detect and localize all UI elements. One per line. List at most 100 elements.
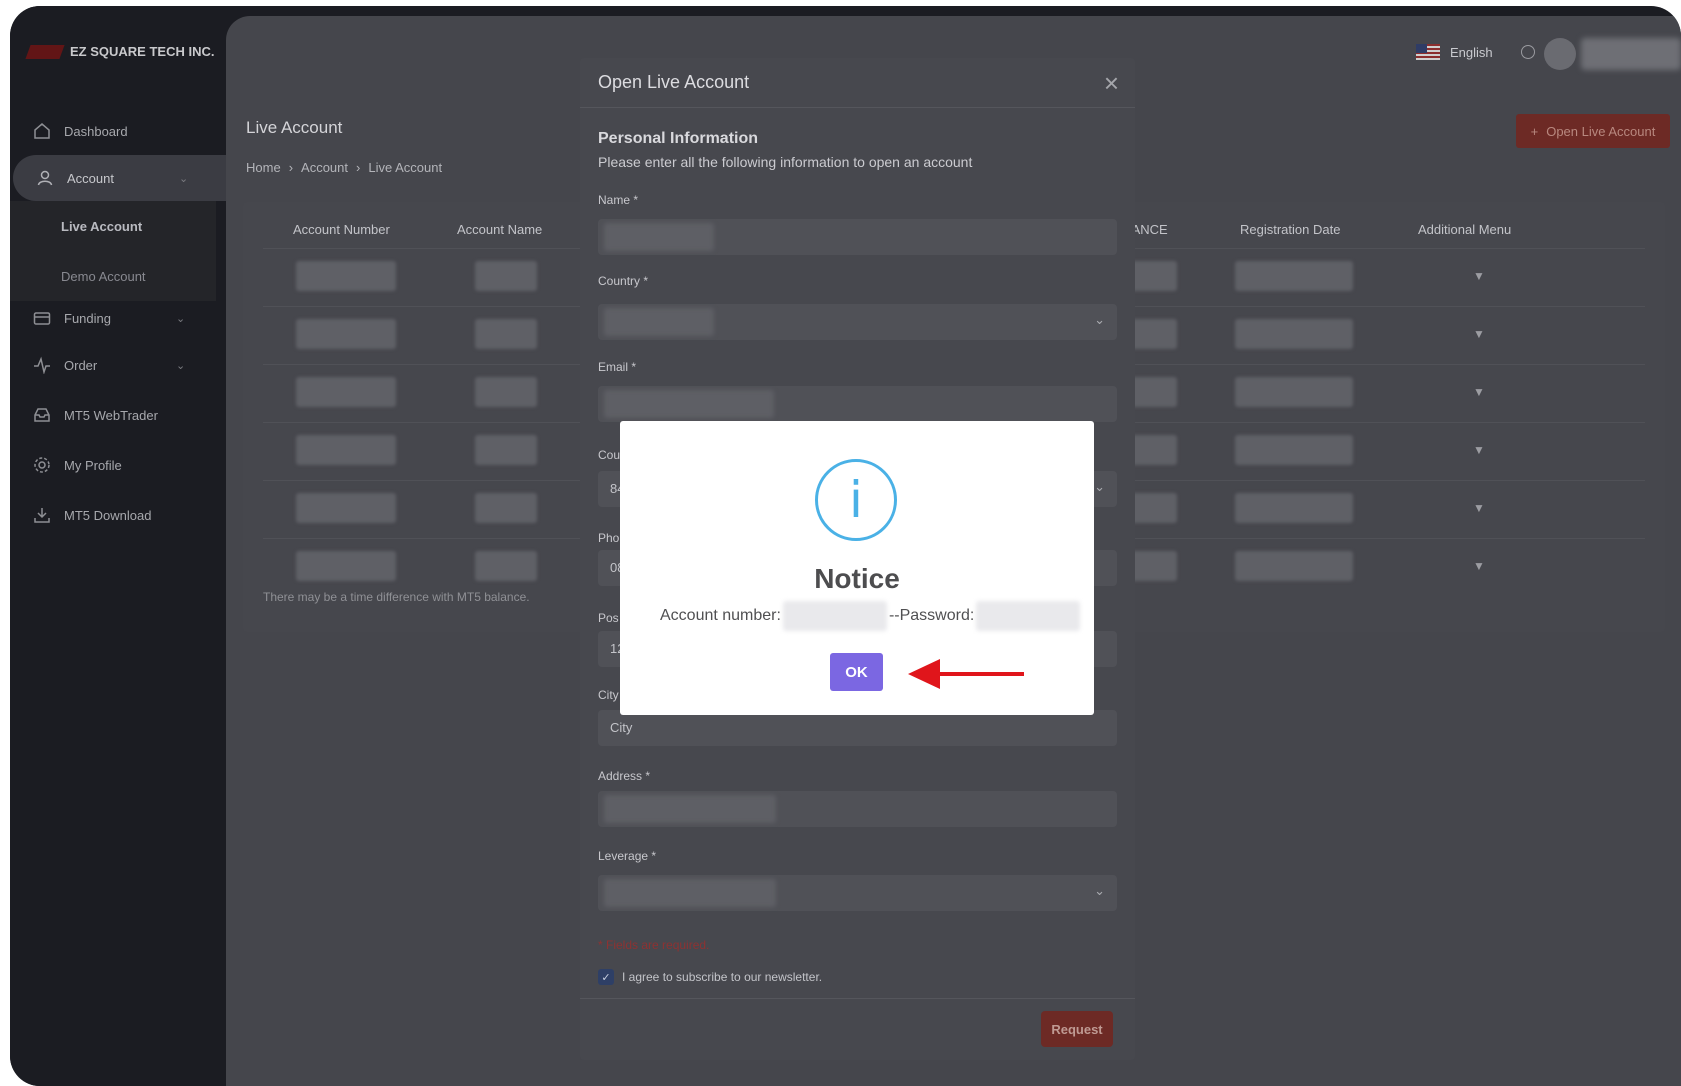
language-label: English <box>1450 44 1493 60</box>
row-menu-toggle[interactable]: ▼ <box>1468 439 1490 461</box>
sidebar-item-label: Dashboard <box>64 123 128 139</box>
page-title: Live Account <box>246 118 343 137</box>
notice-separator: -- <box>888 607 900 624</box>
section-title: Personal Information <box>598 130 759 147</box>
chevron-down-icon: ⌄ <box>176 312 186 325</box>
row-menu-toggle[interactable]: ▼ <box>1468 323 1490 345</box>
user-name-redacted <box>1581 38 1681 70</box>
plus-icon: + <box>1530 123 1539 139</box>
sidebar-subitem-live-account[interactable]: Live Account <box>10 201 216 251</box>
redacted-value <box>604 879 776 907</box>
modal-title: Open Live Account <box>598 72 750 92</box>
breadcrumb-separator: › <box>288 160 294 175</box>
password-label: Password: <box>899 607 975 624</box>
breadcrumb: Home › Account › Live Account <box>246 160 442 175</box>
brand-name: EZ SQUARE TECH INC. <box>70 44 215 59</box>
sidebar-item-my-profile[interactable]: My Profile <box>10 442 226 488</box>
row-menu-toggle[interactable]: ▼ <box>1468 265 1490 287</box>
us-flag-icon <box>1416 44 1440 60</box>
leverage-select[interactable]: ⌄ <box>598 875 1117 911</box>
sidebar: EZ SQUARE TECH INC. Dashboard Account ⌄ … <box>10 6 226 1086</box>
ok-button[interactable]: OK <box>830 653 883 691</box>
redacted-cell <box>296 551 396 581</box>
redacted-value <box>604 390 774 418</box>
sidebar-item-label: My Profile <box>64 457 122 473</box>
email-field[interactable] <box>598 386 1117 422</box>
balance-note: There may be a time difference with MT5 … <box>263 590 530 604</box>
redacted-cell <box>1235 493 1353 523</box>
city-field[interactable]: City <box>598 710 1117 746</box>
address-field[interactable] <box>598 791 1117 827</box>
section-subtitle: Please enter all the following informati… <box>598 154 973 170</box>
redacted-cell <box>475 377 537 407</box>
modal-header: Open Live Account × <box>580 58 1135 108</box>
tray-icon <box>32 405 52 425</box>
redacted-cell <box>296 377 396 407</box>
brand-logo[interactable]: EZ SQUARE TECH INC. <box>25 44 215 59</box>
email-label: Email * <box>598 360 637 374</box>
notice-title: Notice <box>814 563 900 594</box>
redacted-value <box>604 795 776 823</box>
chevron-down-icon: ⌄ <box>1094 479 1105 494</box>
redacted-cell <box>1235 319 1353 349</box>
pulse-icon <box>32 355 52 375</box>
redacted-account-number <box>782 601 887 631</box>
sidebar-item-mt5-webtrader[interactable]: MT5 WebTrader <box>10 392 226 438</box>
redacted-value <box>604 308 714 336</box>
column-header-registration-date: Registration Date <box>1240 222 1341 237</box>
close-icon[interactable]: × <box>1104 70 1119 96</box>
help-icon[interactable] <box>1520 45 1535 59</box>
row-menu-toggle[interactable]: ▼ <box>1468 555 1490 577</box>
name-label: Name * <box>598 193 639 207</box>
country-label: Country * <box>598 274 649 288</box>
sidebar-item-funding[interactable]: Funding ⌄ <box>10 295 226 341</box>
country-select[interactable]: ⌄ <box>598 304 1117 340</box>
city-value: City <box>610 720 633 735</box>
row-menu-toggle[interactable]: ▼ <box>1468 497 1490 519</box>
brand-logo-mark <box>25 44 65 59</box>
sidebar-item-mt5-download[interactable]: MT5 Download <box>10 492 226 538</box>
sidebar-item-label: Account <box>67 170 114 186</box>
card-icon <box>32 308 52 328</box>
chevron-down-icon: ⌄ <box>1094 312 1105 327</box>
download-icon <box>32 505 52 525</box>
sidebar-item-label: MT5 Download <box>64 507 152 523</box>
chevron-down-icon: ⌄ <box>1094 883 1105 898</box>
chevron-down-icon: ⌄ <box>179 172 189 185</box>
open-live-account-button[interactable]: + Open Live Account <box>1516 114 1670 148</box>
redacted-password <box>976 601 1081 631</box>
sidebar-item-account[interactable]: Account ⌄ <box>13 155 226 201</box>
request-button[interactable]: Request <box>1041 1011 1113 1047</box>
row-menu-toggle[interactable]: ▼ <box>1468 381 1490 403</box>
phone-label: Pho <box>598 531 620 545</box>
breadcrumb-live-account: Live Account <box>368 160 443 175</box>
sidebar-subitem-label: Live Account <box>61 218 143 234</box>
newsletter-label: I agree to subscribe to our newsletter. <box>622 970 823 984</box>
account-number-label: Account number: <box>660 607 781 624</box>
breadcrumb-account[interactable]: Account <box>301 160 348 175</box>
sidebar-item-dashboard[interactable]: Dashboard <box>10 108 226 154</box>
column-header-account-number: Account Number <box>293 222 390 237</box>
name-field[interactable] <box>598 219 1117 255</box>
user-icon <box>35 168 55 188</box>
sidebar-subitem-demo-account[interactable]: Demo Account <box>10 251 216 301</box>
sidebar-item-label: Funding <box>64 310 111 326</box>
required-note: * Fields are required. <box>598 938 710 952</box>
column-header-additional-menu: Additional Menu <box>1418 222 1512 237</box>
sidebar-item-order[interactable]: Order ⌄ <box>10 342 226 388</box>
redacted-cell <box>475 435 537 465</box>
city-label: City <box>598 688 619 702</box>
sidebar-subitem-label: Demo Account <box>61 268 146 284</box>
chevron-down-icon: ⌄ <box>176 359 186 372</box>
redacted-cell <box>296 261 396 291</box>
redacted-cell <box>296 493 396 523</box>
redacted-cell <box>1235 435 1353 465</box>
column-header-account-name: Account Name <box>457 222 543 237</box>
language-selector[interactable]: English <box>1416 44 1535 60</box>
redacted-cell <box>296 319 396 349</box>
breadcrumb-home[interactable]: Home <box>246 160 281 175</box>
avatar[interactable] <box>1544 38 1576 70</box>
newsletter-checkbox[interactable]: ✓ I agree to subscribe to our newsletter… <box>598 969 822 985</box>
redacted-cell <box>296 435 396 465</box>
sidebar-item-label: Order <box>64 357 98 373</box>
